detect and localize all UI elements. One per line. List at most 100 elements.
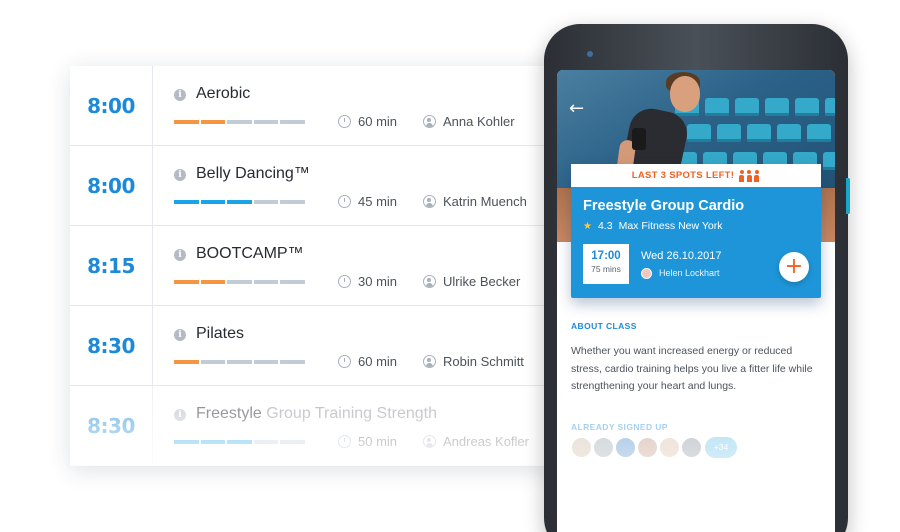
- rating-value: 4.3: [597, 220, 613, 232]
- class-duration: 45 min: [358, 194, 398, 209]
- class-row[interactable]: 8:15 i BOOTCAMP™ 30 min Ulrike Becker: [70, 226, 555, 306]
- class-duration: 75 mins: [591, 264, 621, 274]
- person-icon: [423, 355, 436, 368]
- rating-row: ★ 4.3 Max Fitness New York: [583, 220, 722, 232]
- avatar[interactable]: [571, 437, 592, 458]
- level-segment: [280, 280, 305, 284]
- time-cell: 8:00: [70, 66, 153, 146]
- phone-camera: [587, 51, 593, 57]
- back-arrow-icon[interactable]: ←: [569, 100, 584, 118]
- level-segment: [174, 440, 199, 444]
- avatar[interactable]: [681, 437, 702, 458]
- clock-icon: [338, 355, 351, 368]
- class-time: 8:00: [87, 174, 135, 198]
- trainer-name: Robin Schmitt: [443, 354, 524, 369]
- class-duration: 60 min: [358, 114, 398, 129]
- level-segment: [227, 360, 252, 364]
- class-card: LAST 3 SPOTS LEFT! Freestyle Group Cardi…: [571, 164, 821, 298]
- athlete-figure: [632, 128, 646, 150]
- time-cell: 8:00: [70, 146, 153, 226]
- time-cell: 8:30: [70, 306, 153, 386]
- host-name: Helen Lockhart: [659, 268, 720, 278]
- class-row[interactable]: 8:00 i Aerobic 60 min Anna Kohler: [70, 66, 555, 146]
- level-segment: [253, 360, 279, 364]
- about-class-heading: ABOUT CLASS: [571, 321, 637, 331]
- level-segment: [200, 440, 226, 444]
- level-segment: [227, 280, 252, 284]
- info-icon[interactable]: i: [174, 89, 186, 101]
- level-segment: [227, 200, 252, 204]
- class-name[interactable]: Aerobic: [196, 85, 250, 103]
- phone-side-button: [846, 178, 850, 214]
- level-segment: [200, 120, 226, 124]
- spots-left-banner: LAST 3 SPOTS LEFT!: [571, 164, 821, 187]
- intensity-level-bar: [174, 360, 305, 364]
- class-name[interactable]: Pilates: [196, 325, 244, 343]
- class-name-rest: Group Training Strength: [261, 405, 438, 422]
- class-row[interactable]: 8:30 i Pilates 60 min Robin Schmitt: [70, 306, 555, 386]
- class-name-main: Freestyle: [196, 405, 262, 422]
- clock-icon: [338, 195, 351, 208]
- intensity-level-bar: [174, 280, 305, 284]
- class-name[interactable]: Belly Dancing™: [196, 165, 310, 183]
- person-icon: [423, 275, 436, 288]
- star-icon: ★: [583, 220, 592, 232]
- athlete-figure: [670, 76, 700, 112]
- level-segment: [174, 200, 199, 204]
- add-to-schedule-button[interactable]: +: [779, 252, 809, 282]
- time-cell: 8:30: [70, 386, 153, 466]
- level-segment: [280, 200, 305, 204]
- person-icon: [423, 115, 436, 128]
- level-segment: [253, 280, 279, 284]
- studio-name: Max Fitness New York: [618, 220, 723, 232]
- intensity-level-bar: [174, 120, 305, 124]
- clock-icon: [338, 435, 351, 448]
- intensity-level-bar: [174, 440, 305, 444]
- level-segment: [174, 360, 199, 364]
- person-icon: [423, 435, 436, 448]
- info-icon[interactable]: i: [174, 169, 186, 181]
- info-icon[interactable]: i: [174, 409, 186, 421]
- class-row[interactable]: 8:30 i Freestyle Group Training Strength 50…: [70, 386, 555, 466]
- avatar[interactable]: [659, 437, 680, 458]
- level-segment: [200, 280, 226, 284]
- level-segment: [200, 360, 226, 364]
- intensity-level-bar: [174, 200, 305, 204]
- level-segment: [280, 120, 305, 124]
- level-segment: [280, 360, 305, 364]
- level-segment: [253, 440, 279, 444]
- class-duration: 60 min: [358, 354, 398, 369]
- class-time: 8:30: [87, 334, 135, 358]
- class-detail-screen: ← LAST 3 SPOTS LEFT! Freestyle Group Car…: [557, 70, 835, 532]
- avatar[interactable]: [637, 437, 658, 458]
- info-icon[interactable]: i: [174, 249, 186, 261]
- signed-up-avatars: +34: [571, 437, 737, 458]
- level-segment: [174, 280, 199, 284]
- time-cell: 8:15: [70, 226, 153, 306]
- class-name-main: Belly Dancing™: [196, 165, 310, 182]
- class-start-time: 17:00: [591, 250, 621, 262]
- class-time: 8:00: [87, 94, 135, 118]
- about-class-text: Whether you want increased energy or red…: [571, 345, 813, 392]
- class-row[interactable]: 8:00 i Belly Dancing™ 45 min Katrin Muench: [70, 146, 555, 226]
- class-name[interactable]: BOOTCAMP™: [196, 245, 304, 263]
- avatar: [641, 268, 652, 279]
- class-name-main: Pilates: [196, 325, 245, 342]
- avatar[interactable]: [615, 437, 636, 458]
- people-icon: [738, 169, 760, 182]
- level-segment: [174, 120, 199, 124]
- level-segment: [227, 120, 252, 124]
- level-segment: [253, 200, 279, 204]
- level-segment: [227, 440, 252, 444]
- info-icon[interactable]: i: [174, 329, 186, 341]
- app-mockup: 8:00 i Aerobic 60 min Anna Kohler 8:00 i Belly …: [0, 0, 900, 532]
- more-attendees-badge[interactable]: +34: [705, 437, 737, 458]
- signed-up-heading: ALREADY SIGNED UP: [571, 422, 668, 432]
- person-icon: [423, 195, 436, 208]
- avatar[interactable]: [593, 437, 614, 458]
- class-name[interactable]: Freestyle Group Training Strength: [196, 405, 437, 423]
- spots-left-text: LAST 3 SPOTS LEFT!: [631, 170, 735, 181]
- level-segment: [200, 200, 226, 204]
- trainer-name: Anna Kohler: [443, 114, 515, 129]
- class-schedule: 8:00 i Aerobic 60 min Anna Kohler 8:00 i Belly …: [70, 66, 555, 466]
